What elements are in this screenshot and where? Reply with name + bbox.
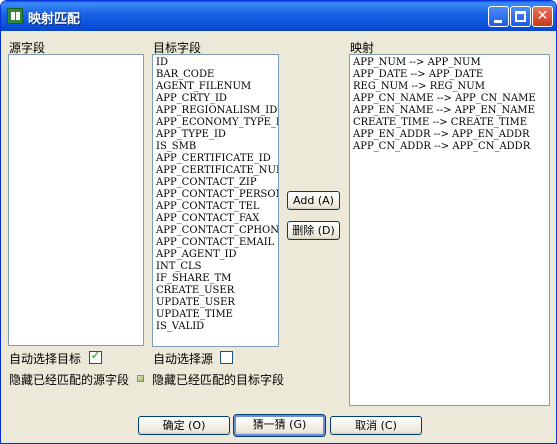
list-item[interactable]: UPDATE_TIME — [153, 309, 278, 321]
auto-select-source-label: 自动选择源 — [153, 352, 214, 366]
list-item[interactable]: APP_CONTACT_EMAIL — [153, 237, 278, 249]
hide-matched-target-label: 隐藏已经匹配的目标字段 — [152, 373, 285, 387]
list-item[interactable]: APP_AGENT_ID — [153, 249, 278, 261]
list-item[interactable]: IF_SHARE_TM — [153, 273, 278, 285]
list-item[interactable]: IS_VALID — [153, 321, 278, 333]
check-icon: ✓ — [90, 348, 101, 362]
list-item[interactable]: APP_CERTIFICATE_ID — [153, 153, 278, 165]
list-item[interactable]: APP_CONTACT_PERSON — [153, 189, 278, 201]
source-fields-list[interactable] — [8, 54, 144, 346]
list-item[interactable]: APP_CONTACT_ZIP — [153, 177, 278, 189]
list-item[interactable]: AGENT_FILENUM — [153, 81, 278, 93]
list-item[interactable]: APP_CONTACT_FAX — [153, 213, 278, 225]
list-item[interactable]: APP_CRTY_ID — [153, 93, 278, 105]
list-item[interactable]: APP_CN_NAME --> APP_CN_NAME — [350, 93, 549, 105]
list-item[interactable]: APP_CONTACT_TEL — [153, 201, 278, 213]
auto-select-target-checkbox[interactable]: ✓ — [89, 348, 102, 364]
list-item[interactable]: IS_SMB — [153, 141, 278, 153]
list-item[interactable]: APP_CONTACT_CPHONE — [153, 225, 278, 237]
auto-select-source-checkbox[interactable] — [220, 351, 233, 364]
minimize-icon — [494, 20, 502, 23]
list-item[interactable]: ID — [153, 57, 278, 69]
ok-button[interactable]: 确定 (O) — [138, 416, 230, 435]
list-item[interactable]: CREATE_USER — [153, 285, 278, 297]
guess-button[interactable]: 猜一猜 (G) — [233, 414, 326, 437]
list-item[interactable]: CREATE_TIME --> CREATE_TIME — [350, 117, 549, 129]
list-item[interactable]: REG_NUM --> REG_NUM — [350, 81, 549, 93]
cancel-button[interactable]: 取消 (C) — [330, 416, 422, 435]
list-item[interactable]: APP_EN_ADDR --> APP_EN_ADDR — [350, 129, 549, 141]
list-item[interactable]: APP_ECONOMY_TYPE_ID — [153, 117, 278, 129]
auto-select-target-label: 自动选择目标 — [9, 352, 82, 366]
list-item[interactable]: APP_CERTIFICATE_NUM — [153, 165, 278, 177]
list-item[interactable]: BAR_CODE — [153, 69, 278, 81]
list-item[interactable]: APP_EN_NAME --> APP_EN_NAME — [350, 105, 549, 117]
list-item[interactable]: APP_NUM --> APP_NUM — [350, 57, 549, 69]
minimize-button[interactable] — [488, 6, 509, 27]
list-item[interactable]: APP_TYPE_ID — [153, 129, 278, 141]
list-item[interactable]: APP_DATE --> APP_DATE — [350, 69, 549, 81]
target-fields-list[interactable]: ID BAR_CODE AGENT_FILENUM APP_CRTY_ID APP_RE… — [152, 54, 279, 347]
close-icon: ✕ — [536, 8, 549, 24]
window-title: 映射匹配 — [28, 12, 81, 27]
close-button[interactable]: ✕ — [532, 6, 553, 27]
list-item[interactable]: APP_CN_ADDR --> APP_CN_ADDR — [350, 141, 549, 153]
mapping-list[interactable]: APP_NUM --> APP_NUM APP_DATE --> APP_DATE… — [349, 54, 550, 406]
add-button[interactable]: Add (A) — [287, 191, 340, 210]
hide-matched-source-checkbox[interactable] — [137, 375, 144, 382]
maximize-button[interactable] — [510, 6, 531, 27]
list-item[interactable]: INT_CLS — [153, 261, 278, 273]
delete-button[interactable]: 删除 (D) — [287, 221, 340, 240]
maximize-icon — [515, 11, 526, 22]
title-bar[interactable]: 映射匹配 ✕ — [1, 1, 556, 31]
grid-app-icon — [7, 8, 23, 24]
hide-matched-source-label: 隐藏已经匹配的源字段 — [9, 373, 130, 387]
mapping-dialog: 映射匹配 ✕ 源字段 目标字段 ID BAR_CODE AGENT_FILENUM A… — [0, 0, 557, 444]
list-item[interactable]: UPDATE_USER — [153, 297, 278, 309]
list-item[interactable]: APP_REGIONALISM_ID — [153, 105, 278, 117]
